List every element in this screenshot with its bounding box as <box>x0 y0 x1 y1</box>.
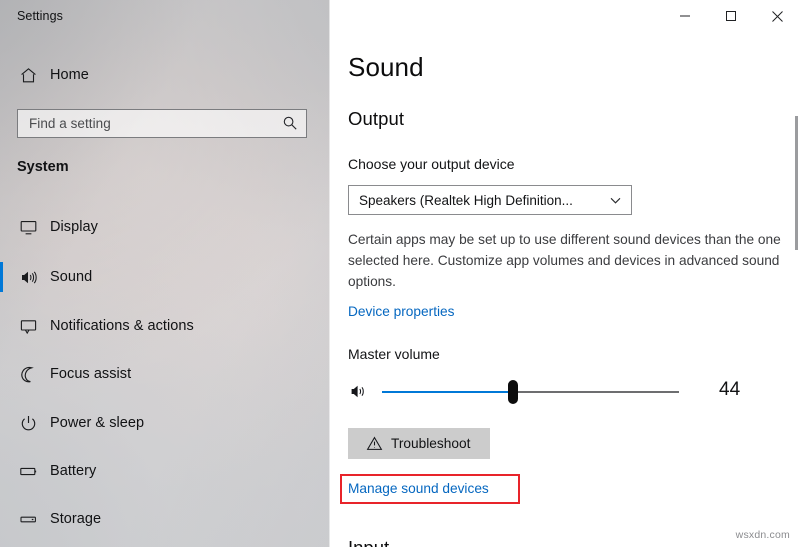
sidebar-item-battery[interactable]: Battery <box>0 456 330 486</box>
slider-thumb[interactable] <box>507 380 518 404</box>
sidebar-item-label-home: Home <box>50 67 89 83</box>
sidebar-item-home[interactable]: Home <box>0 60 330 90</box>
output-section-heading: Output <box>348 108 405 129</box>
sidebar-item-focus-assist[interactable]: Focus assist <box>0 359 330 389</box>
close-button[interactable] <box>754 0 800 32</box>
master-volume-label: Master volume <box>348 346 440 362</box>
volume-speaker-icon <box>349 382 368 406</box>
main-content: Sound Output Choose your output device S… <box>331 0 800 547</box>
sidebar-item-label-focus-assist: Focus assist <box>50 366 132 382</box>
window-controls <box>662 0 800 32</box>
storage-icon <box>17 508 39 530</box>
home-icon <box>17 64 39 86</box>
sidebar-item-display[interactable]: Display <box>0 212 330 242</box>
scrollbar-thumb[interactable] <box>795 116 798 250</box>
sidebar-item-storage[interactable]: Storage <box>0 504 330 534</box>
choose-output-device-label: Choose your output device <box>348 156 515 172</box>
sidebar-item-power-sleep[interactable]: Power & sleep <box>0 408 330 438</box>
sidebar-item-label-battery: Battery <box>50 463 97 479</box>
watermark: wsxdn.com <box>735 529 790 541</box>
sidebar-item-label-notifications: Notifications & actions <box>50 318 194 334</box>
input-section-heading: Input <box>348 537 389 547</box>
scrollbar[interactable] <box>793 32 800 547</box>
search-icon[interactable] <box>282 115 298 136</box>
search-input[interactable]: Find a setting <box>17 109 307 138</box>
power-icon <box>17 412 39 434</box>
manage-sound-devices-link[interactable]: Manage sound devices <box>348 481 489 496</box>
battery-icon <box>17 460 39 482</box>
search-placeholder: Find a setting <box>29 116 111 131</box>
sidebar-category-label: System <box>17 159 69 175</box>
troubleshoot-button[interactable]: Troubleshoot <box>348 428 490 459</box>
sidebar-item-sound[interactable]: Sound <box>0 262 330 292</box>
warning-triangle-icon <box>366 435 383 457</box>
sound-icon <box>17 266 39 288</box>
notifications-icon <box>17 315 39 337</box>
output-device-select[interactable]: Speakers (Realtek High Definition... <box>348 185 632 215</box>
selected-indicator <box>0 262 3 292</box>
slider-fill <box>382 391 513 393</box>
sidebar-item-notifications[interactable]: Notifications & actions <box>0 311 330 341</box>
sidebar-item-label-sound: Sound <box>50 269 93 285</box>
output-description: Certain apps may be set up to use differ… <box>348 232 781 289</box>
settings-window: Settings Home Find a setting System Disp… <box>0 0 800 547</box>
sidebar-item-label-power-sleep: Power & sleep <box>50 415 145 431</box>
page-title: Sound <box>348 52 424 82</box>
master-volume-value: 44 <box>719 379 741 400</box>
output-device-value: Speakers (Realtek High Definition... <box>359 192 573 208</box>
master-volume-slider[interactable] <box>382 380 679 404</box>
display-icon <box>17 216 39 238</box>
device-properties-link[interactable]: Device properties <box>348 304 455 319</box>
minimize-button[interactable] <box>662 0 708 32</box>
app-title: Settings <box>17 9 63 23</box>
troubleshoot-label: Troubleshoot <box>391 436 471 451</box>
chevron-down-icon <box>609 194 622 212</box>
sidebar: Settings Home Find a setting System Disp… <box>0 0 330 547</box>
moon-icon <box>17 363 39 385</box>
sidebar-item-label-storage: Storage <box>50 511 102 527</box>
sidebar-item-label-display: Display <box>50 219 98 235</box>
maximize-button[interactable] <box>708 0 754 32</box>
